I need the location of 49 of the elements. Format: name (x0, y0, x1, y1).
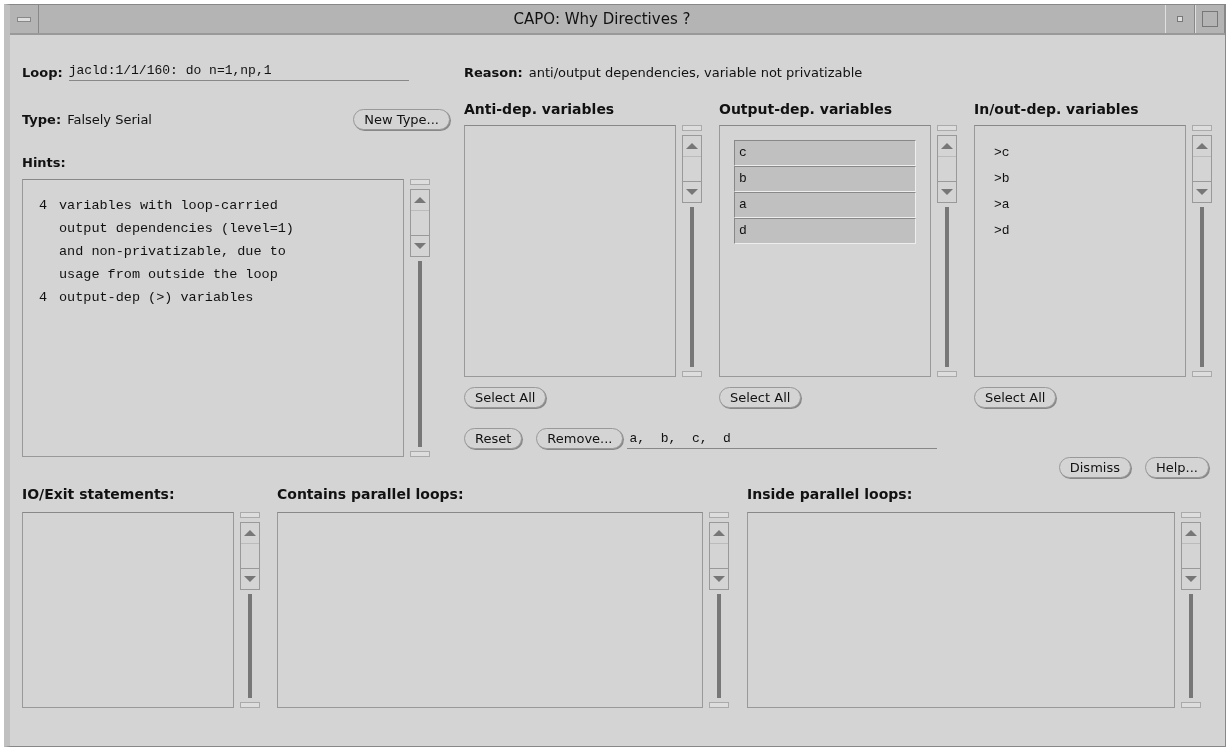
reason-text: anti/output dependencies, variable not privatizable (528, 64, 863, 80)
scroll-bar[interactable] (936, 125, 958, 377)
reset-button[interactable]: Reset (464, 428, 523, 449)
type-label: Type: (22, 111, 62, 127)
scroll-bar[interactable] (1180, 512, 1202, 708)
list-item[interactable]: >c (989, 140, 1171, 166)
hint-count: 4 (39, 290, 49, 305)
loop-field: jacld:1/1/160: do n=1,np,1 (68, 63, 409, 81)
dialog-button[interactable]: Help... (1144, 457, 1209, 478)
scroll-bar[interactable] (708, 512, 730, 708)
variable-list[interactable]: c b a d (719, 125, 931, 377)
loop-label: Loop: (22, 64, 63, 80)
type-value: Falsely Serial (67, 111, 152, 127)
list-item[interactable]: c (734, 140, 916, 166)
list-title: In/out-dep. variables (974, 101, 1140, 119)
window-title: CAPO: Why Directives ? (512, 9, 692, 30)
list-title: Output-dep. variables (719, 101, 894, 119)
selection-field[interactable]: a, b, c, d (627, 428, 938, 449)
hint-text: variables with loop-carried (59, 198, 278, 213)
list-title: Anti-dep. variables (464, 101, 616, 119)
maximize-button[interactable] (1195, 5, 1225, 33)
select-all-button[interactable]: Select All (464, 387, 547, 408)
hint-text: output dependencies (level=1) (59, 221, 294, 236)
list-item[interactable]: a (734, 192, 916, 218)
list-item[interactable]: >a (989, 192, 1171, 218)
hint-text: usage from outside the loop (59, 267, 278, 282)
remove-button[interactable]: Remove... (536, 428, 624, 449)
hint-count: 4 (39, 198, 49, 213)
dialog-button[interactable]: Dismiss (1058, 457, 1131, 478)
list-item[interactable]: d (734, 218, 916, 244)
list-item[interactable]: b (734, 166, 916, 192)
hints-label: Hints: (22, 155, 67, 171)
scroll-bar[interactable] (681, 125, 703, 377)
list-title: Contains parallel loops: (277, 486, 465, 504)
hint-text: output-dep (>) variables (59, 290, 254, 305)
scroll-bar[interactable] (239, 512, 261, 708)
list-title: Inside parallel loops: (747, 486, 914, 504)
variable-list[interactable]: >c >b >a >d (974, 125, 1186, 377)
select-all-button[interactable]: Select All (719, 387, 802, 408)
reason-label: Reason: (464, 64, 523, 80)
scroll-bar[interactable] (1191, 125, 1213, 377)
scroll-bar[interactable] (409, 179, 431, 457)
new-type-button[interactable]: New Type... (353, 108, 450, 130)
list-title: IO/Exit statements: (22, 486, 176, 504)
select-all-button[interactable]: Select All (974, 387, 1057, 408)
list-item[interactable]: >b (989, 166, 1171, 192)
list-item[interactable]: >d (989, 218, 1171, 244)
hint-text: and non-privatizable, due to (59, 244, 286, 259)
minimize-button[interactable] (1165, 5, 1195, 33)
